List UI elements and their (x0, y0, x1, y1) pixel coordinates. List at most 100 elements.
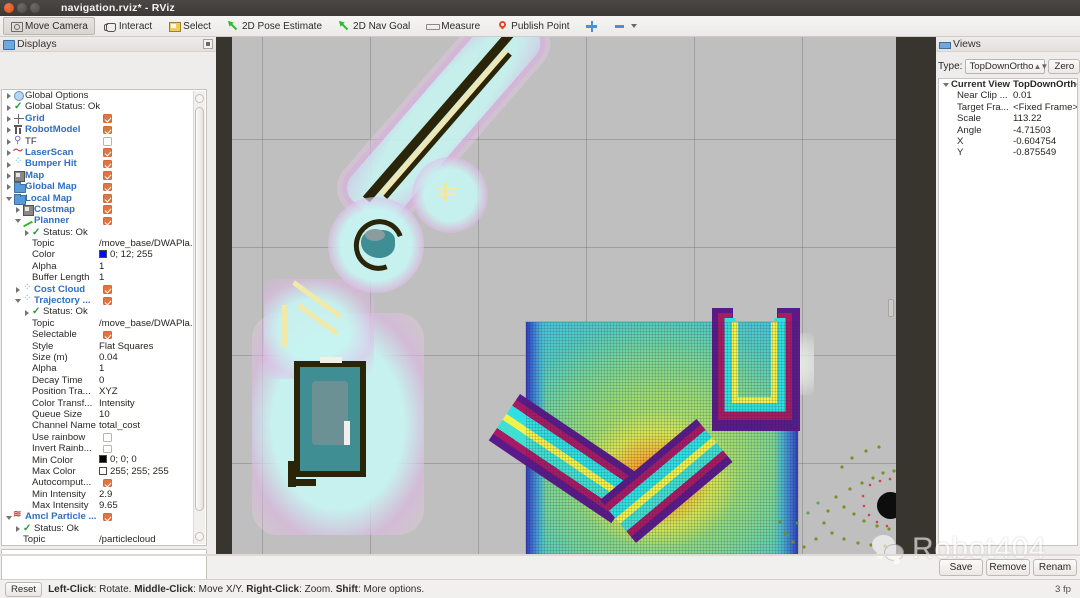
expand-arrow-closed-icon[interactable] (23, 227, 32, 238)
tool-2d-nav-goal[interactable]: 2D Nav Goal (331, 17, 417, 35)
display-tree-row[interactable]: Costmap (2, 204, 206, 216)
expand-arrow-closed-icon[interactable] (5, 90, 14, 101)
display-tree-row[interactable]: Planner (2, 215, 206, 226)
display-tree-value[interactable]: Flat Squares (99, 341, 153, 352)
tool-move-camera[interactable]: Move Camera (3, 17, 95, 35)
display-tree-row[interactable]: Topic/particlecloud (2, 534, 206, 545)
reset-button[interactable]: Reset (5, 581, 43, 597)
display-tree-row[interactable]: Decay Time 0 (2, 375, 206, 386)
display-tree-row[interactable]: Invert Rainb... (2, 443, 206, 454)
display-tree-value[interactable]: /particlecloud (99, 534, 156, 545)
color-swatch[interactable] (99, 250, 107, 259)
scroll-up-arrow[interactable] (195, 94, 204, 103)
window-minimize-button[interactable] (17, 3, 27, 13)
display-enable-checkbox[interactable] (103, 182, 112, 192)
display-enable-checkbox[interactable] (103, 171, 112, 180)
display-enable-checkbox[interactable] (103, 478, 112, 488)
expand-arrow-open-icon[interactable] (942, 79, 951, 90)
expand-arrow-closed-icon[interactable] (14, 523, 23, 534)
expand-arrow-open-icon[interactable] (14, 295, 23, 306)
display-enable-checkbox[interactable] (103, 194, 112, 203)
scrollbar-thumb[interactable] (195, 107, 204, 511)
display-tree-row[interactable]: Channel Name total_cost (2, 420, 206, 431)
display-tree-row[interactable]: Global Options (2, 90, 206, 101)
display-tree-row[interactable]: ✓ Status: Ok (2, 523, 206, 534)
tool-add[interactable] (579, 17, 605, 35)
display-tree-row[interactable]: Topic/move_base/DWAPla... (2, 318, 206, 329)
display-tree-row[interactable]: Amcl Particle ... (2, 509, 206, 522)
display-tree-row[interactable]: Buffer Length 1 (2, 272, 206, 283)
views-property-value[interactable]: TopDownOrtho (1013, 79, 1077, 90)
display-tree-value[interactable]: /move_base/DWAPla... (99, 238, 198, 249)
display-tree-value[interactable]: 255; 255; 255 (99, 466, 169, 477)
display-tree-value[interactable]: /move_base/DWAPla... (99, 318, 198, 329)
display-tree-row[interactable]: Color 0; 12; 255 (2, 249, 206, 260)
display-enable-checkbox[interactable] (103, 159, 112, 169)
display-enable-checkbox[interactable] (103, 125, 112, 135)
views-property-value[interactable]: 0.01 (1013, 90, 1032, 101)
display-tree-row[interactable]: Map (2, 170, 206, 182)
color-swatch[interactable] (99, 455, 107, 464)
views-property-value[interactable]: 113.22 (1013, 113, 1042, 124)
display-enable-checkbox[interactable] (103, 148, 112, 157)
view-type-select[interactable]: TopDownOrtho ▲▼ (965, 59, 1048, 74)
display-tree-row[interactable]: Bumper Hit (2, 156, 206, 169)
views-property-value[interactable]: <Fixed Frame> (1013, 102, 1077, 113)
tool-measure[interactable]: Measure (419, 17, 487, 35)
render-view[interactable] (216, 37, 936, 554)
display-tree-row[interactable]: Style Flat Squares (2, 341, 206, 352)
expand-arrow-open-icon[interactable] (5, 193, 14, 204)
display-tree-row[interactable]: Alpha 1 (2, 261, 206, 272)
display-enable-checkbox[interactable] (103, 114, 112, 123)
views-property-row[interactable]: Y -0.875549 (939, 147, 1077, 158)
display-enable-checkbox[interactable] (103, 205, 112, 214)
display-tree-row[interactable]: Max Color 255; 255; 255 (2, 466, 206, 477)
display-tree-value[interactable]: XYZ (99, 386, 118, 397)
display-tree-value[interactable]: 1 (99, 363, 104, 374)
expand-arrow-closed-icon[interactable] (14, 204, 23, 215)
display-tree-row[interactable]: Max Intensity 9.65 (2, 500, 206, 511)
expand-arrow-closed-icon[interactable] (5, 170, 14, 181)
display-tree-row[interactable]: Trajectory ... (2, 293, 206, 306)
window-maximize-button[interactable] (30, 3, 40, 13)
display-tree-row[interactable]: Position Tra... XYZ (2, 386, 206, 397)
expand-arrow-closed-icon[interactable] (5, 101, 14, 112)
display-tree-row[interactable]: Autocomput... (2, 477, 206, 488)
display-tree-row[interactable]: Local Map (2, 193, 206, 205)
display-tree-value[interactable]: 0.04 (99, 352, 118, 363)
display-tree-row[interactable]: ✓ Status: Ok (2, 306, 206, 317)
window-close-button[interactable] (4, 3, 14, 13)
zero-view-button[interactable]: Zero (1048, 59, 1080, 74)
display-tree-value[interactable]: 1 (99, 261, 104, 272)
expand-arrow-closed-icon[interactable] (5, 158, 14, 169)
float-panel-button[interactable] (203, 39, 213, 49)
display-tree-row[interactable]: Queue Size 10 (2, 409, 206, 420)
views-property-row[interactable]: X -0.604754 (939, 136, 1077, 147)
views-property-value[interactable]: -4.71503 (1013, 125, 1051, 136)
displays-scrollbar[interactable] (193, 91, 205, 544)
display-tree-value[interactable]: Intensity (99, 398, 135, 409)
expand-arrow-open-icon[interactable] (14, 215, 23, 226)
views-property-row[interactable]: Scale 113.22 (939, 113, 1077, 124)
views-property-tree[interactable]: Current View TopDownOrtho Near Clip ... 0.0… (938, 78, 1078, 546)
displays-tree-body[interactable]: Global Options ✓ Global Status: Ok Grid Robo… (2, 90, 206, 545)
display-tree-value[interactable]: 10 (99, 409, 110, 420)
views-property-row[interactable]: Current View TopDownOrtho (939, 79, 1077, 90)
expand-arrow-closed-icon[interactable] (5, 113, 14, 124)
tool-2d-pose-estimate[interactable]: 2D Pose Estimate (220, 17, 329, 35)
displays-tree[interactable]: Global Options ✓ Global Status: Ok Grid Robo… (1, 89, 207, 546)
views-property-row[interactable]: Target Fra... <Fixed Frame> (939, 102, 1077, 113)
display-tree-row[interactable]: TF (2, 135, 206, 147)
display-tree-value[interactable]: 1 (99, 272, 104, 283)
display-tree-value[interactable]: total_cost (99, 420, 140, 431)
tool-interact[interactable]: Interact (97, 17, 159, 35)
expand-arrow-closed-icon[interactable] (5, 181, 14, 192)
views-property-row[interactable]: Near Clip ... 0.01 (939, 90, 1077, 101)
display-tree-row[interactable]: LaserScan (2, 146, 206, 158)
display-tree-row[interactable]: ✓ Status: Ok (2, 227, 206, 238)
expand-arrow-closed-icon[interactable] (5, 124, 14, 135)
display-enable-checkbox[interactable] (103, 216, 112, 226)
display-tree-row[interactable]: Grid (2, 113, 206, 124)
display-tree-row[interactable]: ✓ Global Status: Ok (2, 101, 206, 112)
scroll-down-arrow[interactable] (195, 532, 204, 541)
